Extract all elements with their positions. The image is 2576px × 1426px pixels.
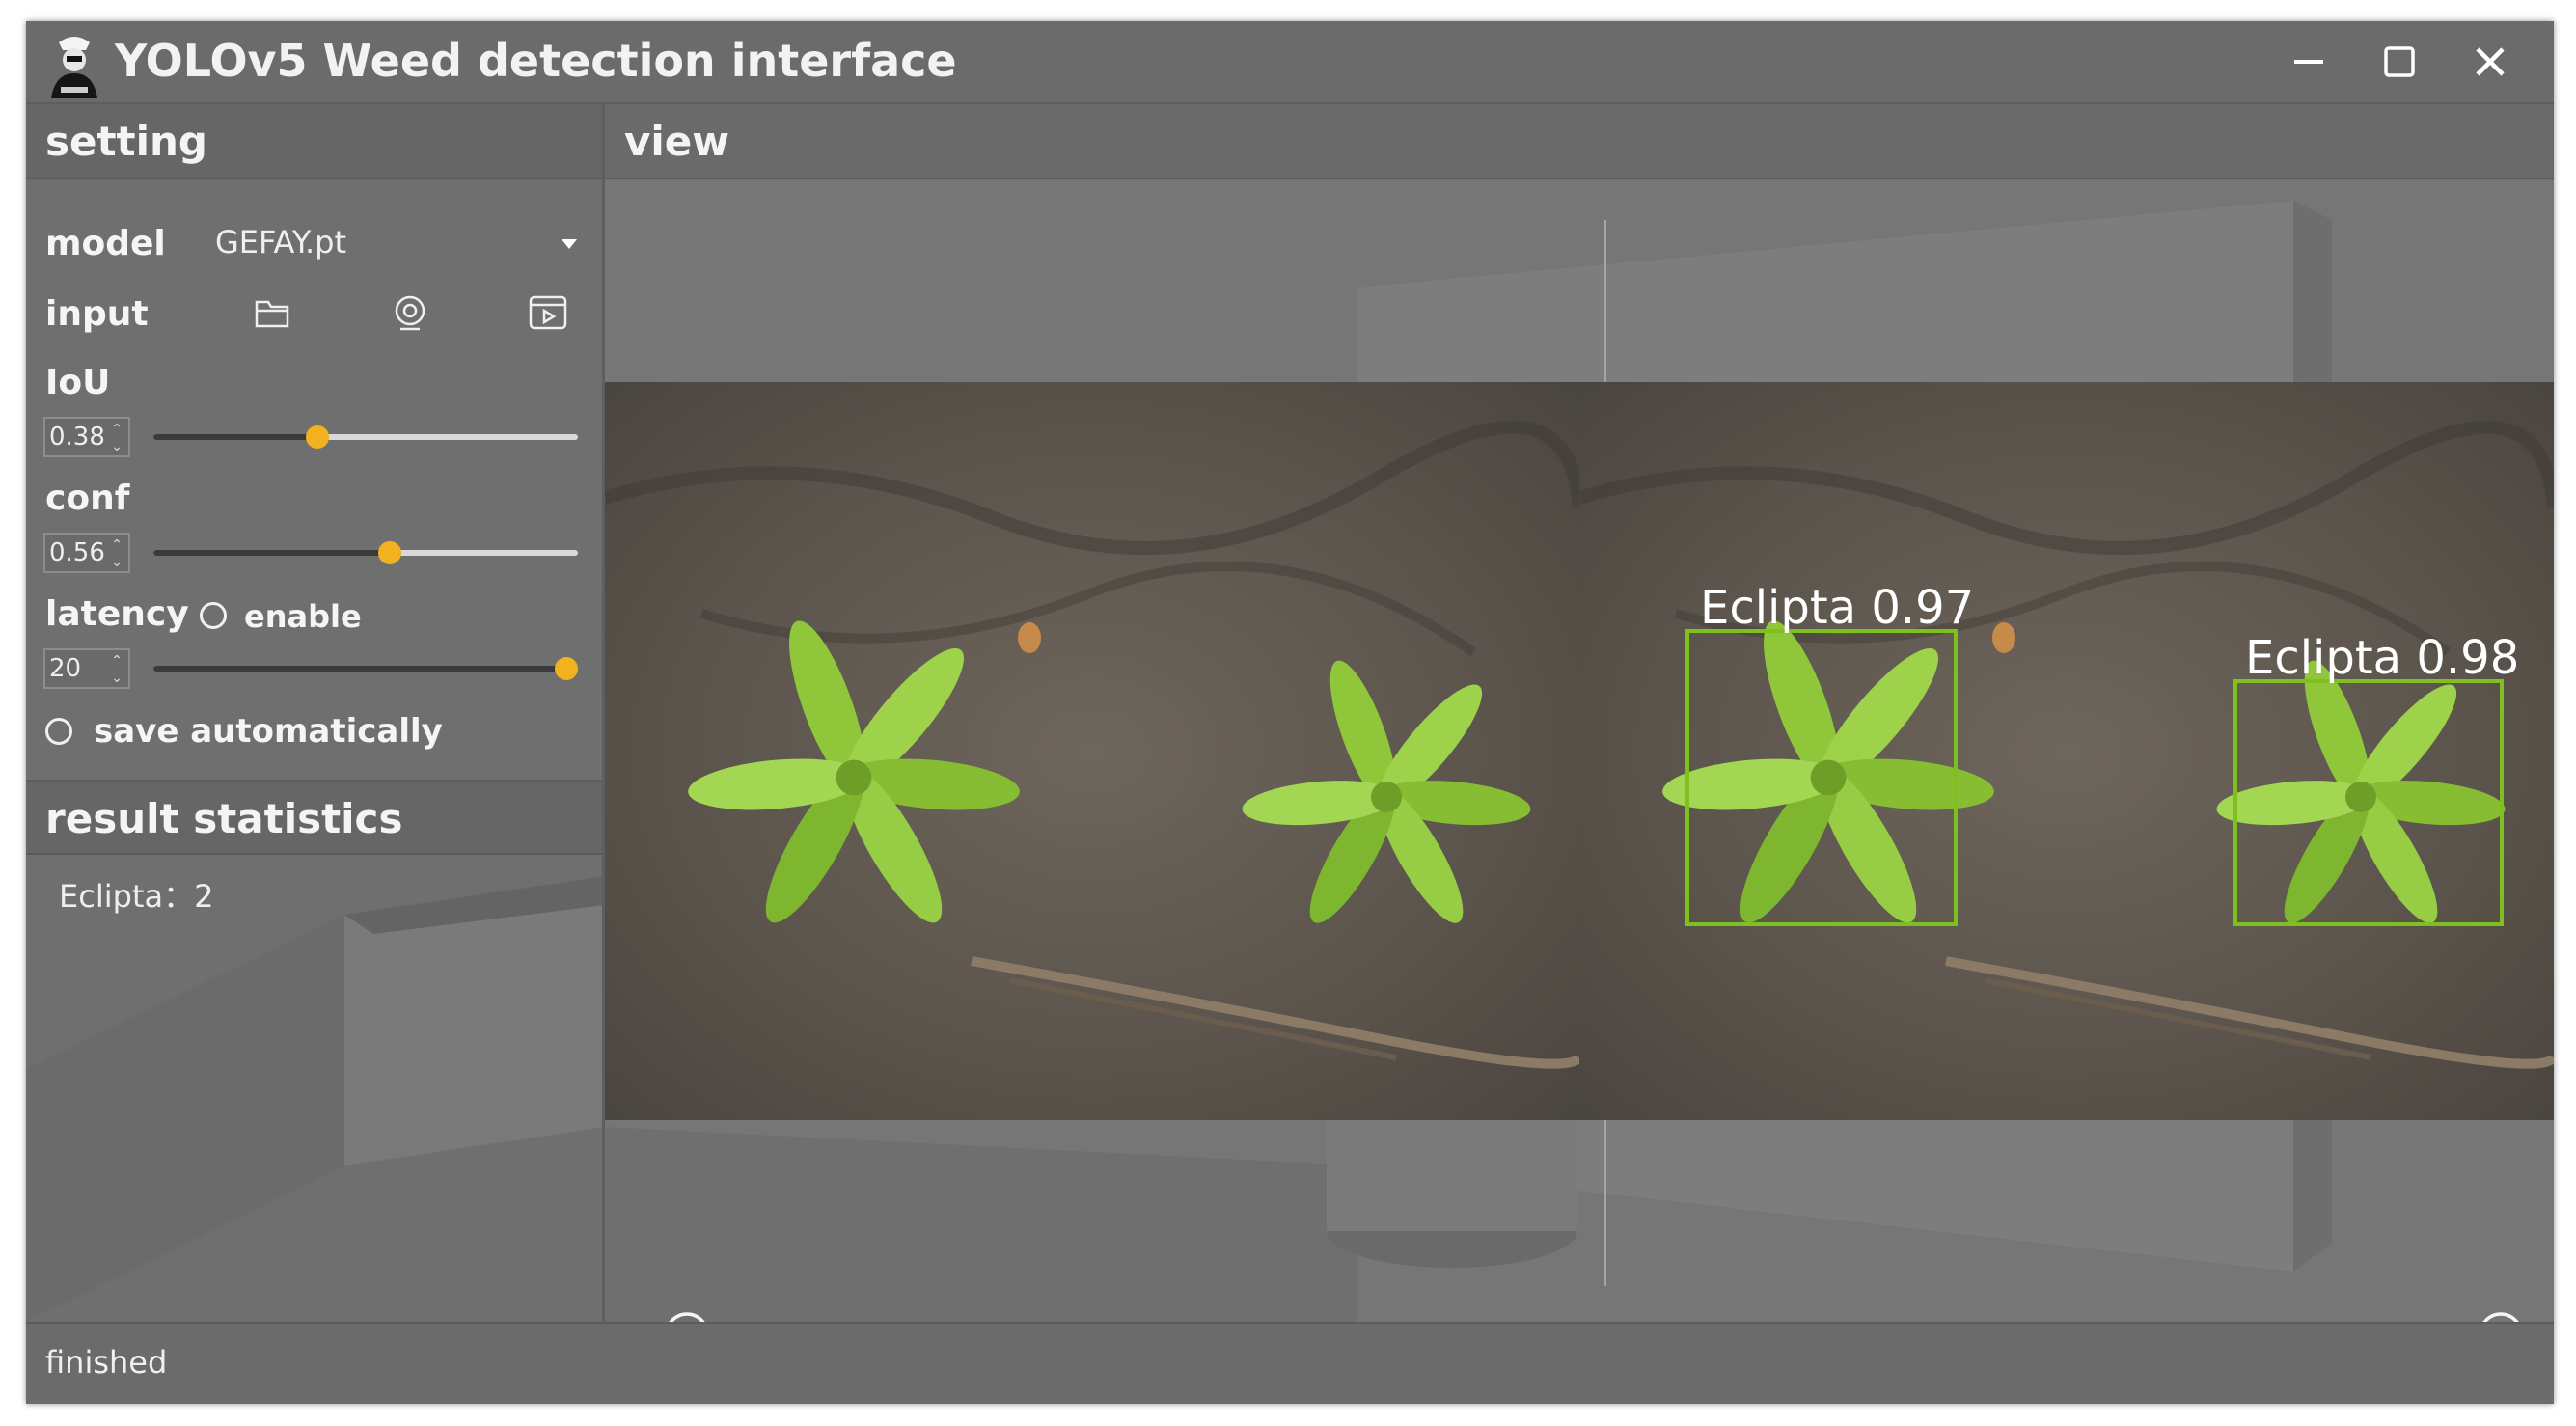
latency-label: latency	[45, 594, 189, 634]
conf-track-filled	[153, 550, 390, 556]
maximize-icon	[2384, 46, 2415, 77]
chevron-down-icon	[562, 239, 577, 249]
detection-label: Eclipta 0.98	[2245, 631, 2520, 685]
spin-arrows-icon: ⌃ ⌄	[111, 537, 123, 570]
view-header: view	[605, 104, 2554, 179]
iou-slider[interactable]	[153, 423, 578, 452]
spin-arrows-icon: ⌃ ⌄	[111, 422, 123, 454]
result-item: Eclipta：2	[59, 878, 214, 915]
detection-label: Eclipta 0.97	[1700, 581, 1975, 635]
result-statistics-header: result statistics	[26, 780, 602, 855]
app-logo-icon	[45, 31, 103, 98]
latency-value: 20	[49, 654, 82, 683]
save-automatically-radio[interactable]	[45, 718, 72, 745]
play-button[interactable]	[663, 1310, 711, 1322]
latency-spinbox[interactable]: 20 ⌃ ⌄	[43, 648, 130, 689]
latency-track-filled	[153, 666, 566, 672]
view-panel: view Eclipta 0.97 Eclipta 0.98	[605, 104, 2554, 1322]
spin-arrows-icon: ⌃ ⌄	[111, 653, 123, 686]
conf-slider-handle[interactable]	[377, 541, 401, 564]
enable-radio[interactable]	[200, 602, 227, 629]
folder-icon[interactable]	[254, 295, 292, 330]
webcam-icon[interactable]	[391, 293, 429, 332]
stop-button[interactable]	[2477, 1310, 2525, 1322]
model-value: GEFAY.pt	[215, 224, 346, 261]
original-image	[605, 382, 1579, 1120]
iou-spinbox[interactable]: 0.38 ⌃ ⌄	[43, 417, 130, 457]
minimize-icon	[2294, 60, 2323, 64]
video-icon[interactable]	[528, 293, 568, 332]
latency-slider-handle[interactable]	[555, 657, 578, 680]
maximize-button[interactable]	[2370, 35, 2428, 89]
window-title: YOLOv5 Weed detection interface	[115, 35, 957, 87]
iou-slider-handle[interactable]	[306, 425, 330, 449]
status-text: finished	[45, 1344, 168, 1381]
conf-value: 0.56	[49, 538, 105, 567]
latency-slider[interactable]	[153, 654, 578, 683]
status-bar: finished	[26, 1322, 2554, 1404]
conf-spinbox[interactable]: 0.56 ⌃ ⌄	[43, 533, 130, 573]
close-button[interactable]	[2461, 35, 2519, 89]
result-list: Eclipta：2	[59, 872, 213, 917]
setting-header: setting	[26, 104, 602, 179]
conf-label: conf	[45, 479, 130, 518]
title-bar: YOLOv5 Weed detection interface	[26, 21, 2554, 104]
minimize-button[interactable]	[2280, 35, 2338, 89]
iou-label: IoU	[45, 363, 111, 402]
enable-label: enable	[244, 598, 362, 635]
close-icon	[2476, 47, 2505, 76]
iou-value: 0.38	[49, 423, 105, 452]
iou-track-filled	[153, 434, 318, 440]
input-label: input	[45, 294, 149, 334]
app-window: YOLOv5 Weed detection interface setting …	[26, 21, 2554, 1404]
settings-panel: setting model GEFAY.pt input IoU 0.38 ⌃ ⌄	[26, 104, 605, 1322]
conf-slider[interactable]	[153, 538, 578, 567]
model-select[interactable]: GEFAY.pt	[215, 216, 591, 270]
result-image	[1579, 382, 2554, 1120]
model-label: model	[45, 224, 166, 263]
save-automatically-label: save automatically	[94, 712, 443, 751]
